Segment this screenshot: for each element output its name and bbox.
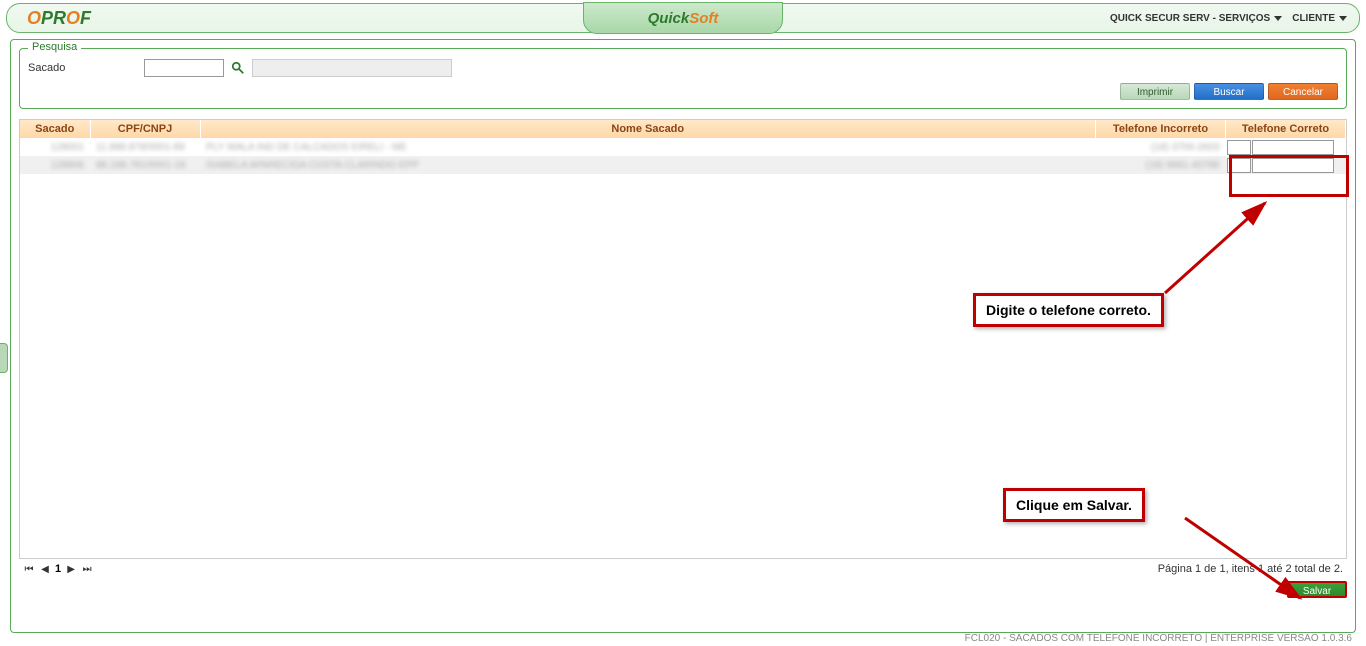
menu-client[interactable]: CLIENTE — [1292, 13, 1347, 24]
center-brand: QuickSoft — [648, 10, 719, 27]
sacado-display — [252, 59, 452, 77]
table-wrap: Sacado CPF/CNPJ Nome Sacado Telefone Inc… — [19, 119, 1347, 559]
search-fieldset: Pesquisa Sacado Imprimir Buscar Cancelar — [19, 48, 1347, 109]
phone-number-input[interactable] — [1252, 140, 1334, 155]
cell-tel-incorreto: (18) 3706-2603 — [1096, 138, 1226, 156]
table-header-row: Sacado CPF/CNPJ Nome Sacado Telefone Inc… — [20, 120, 1346, 138]
annotation-callout-phone: Digite o telefone correto. — [973, 293, 1164, 327]
logo: OPROF — [27, 8, 91, 29]
annotation-callout-save: Clique em Salvar. — [1003, 488, 1145, 522]
col-cpf[interactable]: CPF/CNPJ — [90, 120, 200, 138]
col-sacado[interactable]: Sacado — [20, 120, 90, 138]
center-brand-tab: QuickSoft — [583, 2, 783, 34]
search-button[interactable]: Buscar — [1194, 83, 1264, 100]
cell-nome: ISABELA APARECIDA COSTA CLARINDO EPP — [200, 156, 1096, 174]
main-panel: Pesquisa Sacado Imprimir Buscar Cancelar… — [10, 39, 1356, 633]
menu-client-label: CLIENTE — [1292, 13, 1335, 24]
side-panel-toggle[interactable] — [0, 343, 8, 373]
cell-nome: PLY WALA IND DE CALCADOS EIRELI - ME — [200, 138, 1096, 156]
data-table: Sacado CPF/CNPJ Nome Sacado Telefone Inc… — [20, 120, 1346, 174]
menu-services-label: QUICK SECUR SERV - SERVIÇOS — [1110, 13, 1270, 24]
action-buttons: Imprimir Buscar Cancelar — [28, 83, 1338, 100]
pager-prev-icon[interactable]: ◀ — [39, 564, 51, 575]
cell-sacado: 128806 — [20, 156, 90, 174]
print-button[interactable]: Imprimir — [1120, 83, 1190, 100]
search-label: Sacado — [28, 62, 138, 74]
table-row[interactable]: 12800111.888.878/0001-89PLY WALA IND DE … — [20, 138, 1346, 156]
pager-first-icon[interactable]: ⏮ — [23, 564, 35, 575]
save-button[interactable]: Salvar — [1287, 581, 1347, 598]
search-icon[interactable] — [230, 60, 246, 76]
cell-cpf: 11.888.878/0001-89 — [90, 138, 200, 156]
top-bar: OPROF QuickSoft QUICK SECUR SERV - SERVI… — [6, 3, 1360, 33]
phone-number-input[interactable] — [1252, 158, 1334, 173]
col-nome[interactable]: Nome Sacado — [200, 120, 1096, 138]
pager: ⏮ ◀ 1 ▶ ⏭ — [23, 563, 93, 575]
cell-cpf: 88.188.781/0001-18 — [90, 156, 200, 174]
logo-section: OPROF — [7, 4, 297, 32]
table-row[interactable]: 12880688.188.781/0001-18ISABELA APARECID… — [20, 156, 1346, 174]
cell-tel-incorreto: (18) 9881-40788 — [1096, 156, 1226, 174]
cell-tel-correto — [1226, 138, 1346, 156]
cell-sacado: 128001 — [20, 138, 90, 156]
col-tel-correto[interactable]: Telefone Correto — [1226, 120, 1346, 138]
footer-text: FCL020 - SACADOS COM TELEFONE INCORRETO … — [965, 633, 1352, 644]
phone-ddd-input[interactable] — [1227, 140, 1251, 155]
chevron-down-icon — [1339, 16, 1347, 21]
search-legend: Pesquisa — [28, 41, 81, 53]
pager-current: 1 — [55, 563, 61, 575]
sacado-input[interactable] — [144, 59, 224, 77]
menu-right: QUICK SECUR SERV - SERVIÇOS CLIENTE — [1110, 13, 1347, 24]
col-tel-incorreto[interactable]: Telefone Incorreto — [1096, 120, 1226, 138]
pager-last-icon[interactable]: ⏭ — [81, 564, 93, 575]
pager-info: Página 1 de 1, itens 1 até 2 total de 2. — [1158, 563, 1343, 575]
menu-services[interactable]: QUICK SECUR SERV - SERVIÇOS — [1110, 13, 1282, 24]
phone-ddd-input[interactable] — [1227, 158, 1251, 173]
chevron-down-icon — [1274, 16, 1282, 21]
cancel-button[interactable]: Cancelar — [1268, 83, 1338, 100]
save-row: Salvar — [19, 581, 1347, 598]
pagination-row: ⏮ ◀ 1 ▶ ⏭ Página 1 de 1, itens 1 até 2 t… — [19, 563, 1347, 575]
search-row: Sacado — [28, 59, 1338, 77]
pager-next-icon[interactable]: ▶ — [65, 564, 77, 575]
cell-tel-correto — [1226, 156, 1346, 174]
